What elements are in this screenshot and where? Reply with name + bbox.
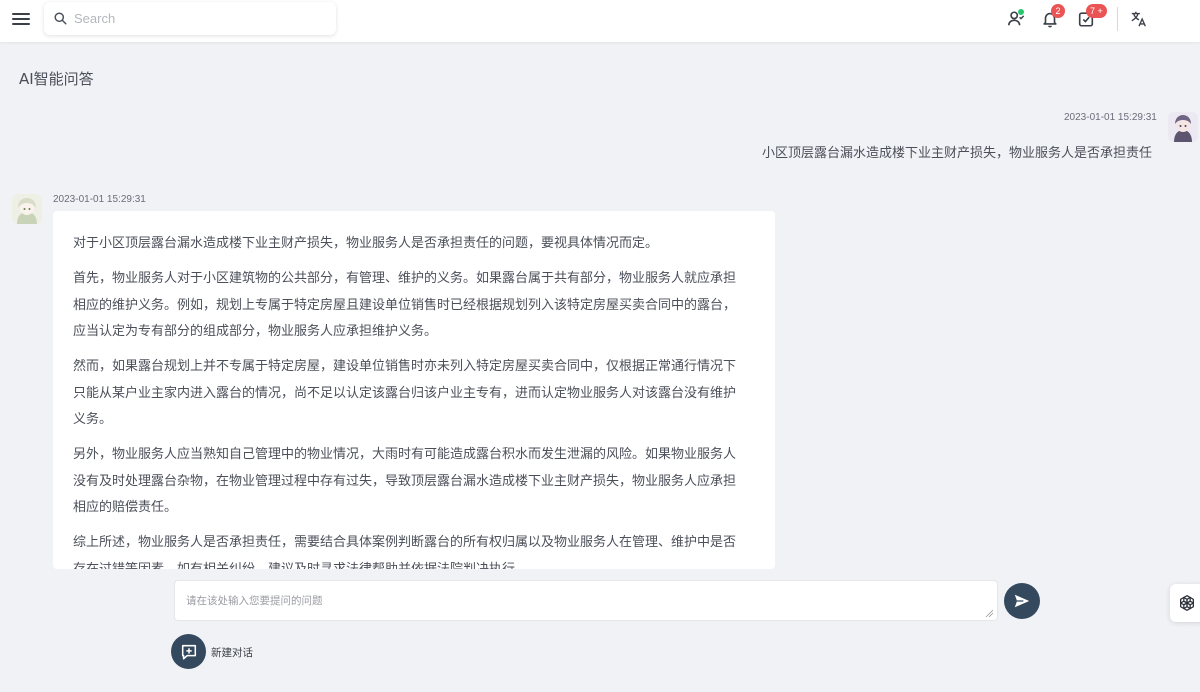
user-message-timestamp: 2023-01-01 15:29:31 (1064, 112, 1157, 123)
ai-paragraph: 对于小区顶层露台漏水造成楼下业主财产损失，物业服务人是否承担责任的问题，要视具体… (73, 236, 659, 251)
openai-icon (1180, 594, 1194, 612)
new-chat-icon (181, 644, 196, 660)
user-avatar-image (1168, 112, 1198, 142)
notifications-badge: 2 (1051, 4, 1065, 18)
question-input[interactable] (175, 581, 997, 620)
new-chat-label[interactable]: 新建对话 (211, 645, 253, 660)
menu-icon[interactable] (12, 10, 30, 28)
navbar-divider (1117, 7, 1118, 31)
page-title: AI智能问答 (19, 70, 94, 88)
search-bar[interactable] (44, 2, 336, 35)
question-input-wrapper (174, 580, 998, 621)
online-status-dot (1018, 9, 1024, 15)
ai-avatar (12, 194, 42, 224)
ai-avatar-image (12, 194, 42, 224)
search-input[interactable] (74, 11, 314, 26)
user-avatar (1168, 112, 1198, 142)
resize-grip-icon[interactable] (985, 609, 993, 617)
ai-message-bubble: 对于小区顶层露台漏水造成楼下业主财产损失，物业服务人是否承担责任的问题，要视具体… (53, 211, 775, 569)
new-chat-button[interactable] (171, 634, 206, 669)
openai-floating-button[interactable] (1170, 584, 1200, 622)
search-icon (54, 12, 67, 25)
user-message-text: 小区顶层露台漏水造成楼下业主财产损失，物业服务人是否承担责任 (761, 146, 1152, 161)
ai-paragraph: 然而，如果露台规划上并不专属于特定房屋，建设单位销售时亦未列入特定房屋买卖合同中… (73, 359, 737, 427)
top-navbar: 2 7 + (0, 0, 1200, 42)
ai-paragraph: 综上所述，物业服务人是否承担责任，需要结合具体案例判断露台的所有权归属以及物业服… (73, 535, 737, 569)
send-icon (1014, 594, 1030, 608)
ai-paragraph: 首先，物业服务人对于小区建筑物的公共部分，有管理、维护的义务。如果露台属于共有部… (73, 271, 737, 339)
translate-icon[interactable] (1130, 10, 1148, 28)
ai-message-timestamp: 2023-01-01 15:29:31 (53, 194, 146, 205)
ai-paragraph: 另外，物业服务人应当熟知自己管理中的物业情况，大雨时有可能造成露台积水而发生泄漏… (73, 447, 737, 515)
send-button[interactable] (1004, 583, 1040, 619)
tasks-badge: 7 + (1086, 4, 1107, 18)
